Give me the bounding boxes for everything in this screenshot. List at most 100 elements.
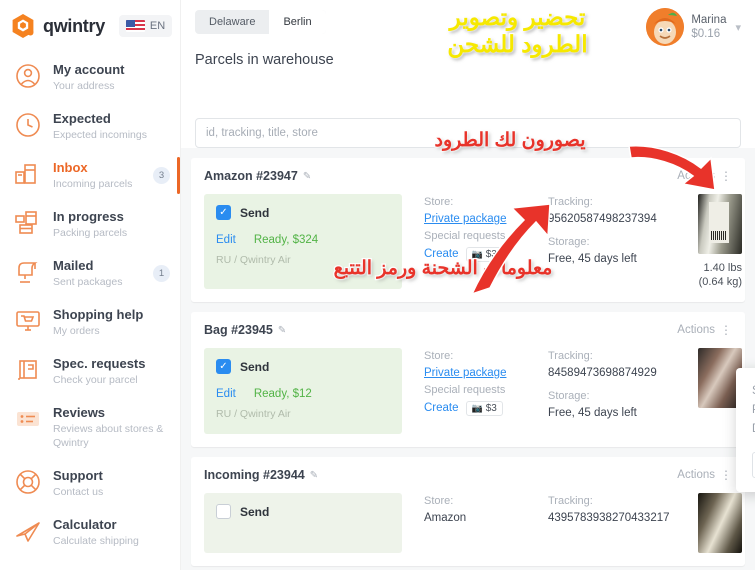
parcel-card: Amazon #23947 ✎ Actions ⋮ Send Edit Ready, $32… xyxy=(191,158,745,302)
package-photo-thumbnail[interactable] xyxy=(698,493,742,553)
lifebuoy-icon xyxy=(14,468,42,496)
sidebar-item-reviews[interactable]: Reviews Reviews about stores & Qwintry xyxy=(0,396,180,459)
ready-status: Ready, $324 xyxy=(253,234,319,246)
monitor-cart-icon xyxy=(14,307,42,335)
language-selector[interactable]: EN xyxy=(118,15,173,37)
packing-icon xyxy=(14,209,42,237)
send-row: Send xyxy=(216,504,390,519)
active-indicator xyxy=(177,157,180,194)
app-root: qwintry EN My account Your address Expecte… xyxy=(0,0,755,570)
sidebar-item-label: Support xyxy=(53,468,103,483)
us-flag-icon xyxy=(125,20,145,32)
send-box: Send Edit Ready, $324 RU / Qwintry Air xyxy=(204,194,402,289)
pencil-icon[interactable]: ✎ xyxy=(303,171,311,182)
sidebar-item-texts: Reviews Reviews about stores & Qwintry xyxy=(53,405,170,450)
sidebar-item-spec-requests[interactable]: Spec. requests Check your parcel xyxy=(0,347,180,396)
card-body: Send Store: Amazon Tracking: 439578393827043… xyxy=(204,493,742,553)
thumbnail-column xyxy=(686,348,742,434)
sidebar-item-label: Shopping help xyxy=(53,307,144,322)
sidebar-item-my-account[interactable]: My account Your address xyxy=(0,53,180,102)
page-title: Parcels in warehouse xyxy=(195,52,334,68)
topbar: Delaware Berlin Parcels in warehouse Mar… xyxy=(181,0,755,118)
edit-link[interactable]: Edit xyxy=(216,388,236,400)
send-box-links: Edit Ready, $324 xyxy=(216,234,390,246)
actions-menu[interactable]: Actions ⋮ xyxy=(677,324,732,336)
sidebar-item-label: My account xyxy=(53,62,125,77)
package-photo-thumbnail[interactable] xyxy=(698,194,742,254)
shipping-route: RU / Qwintry Air xyxy=(216,408,291,420)
send-box-links: Edit Ready, $12 xyxy=(216,388,390,400)
open-box-icon xyxy=(14,356,42,384)
user-menu[interactable]: Marina $0.16 ▾ xyxy=(646,8,741,46)
thumbnail-column xyxy=(686,493,742,553)
edit-link[interactable]: Edit xyxy=(216,234,236,246)
photo-service-chip[interactable]: 📷 $3 xyxy=(465,247,503,262)
sidebar-item-sublabel: Expected incomings xyxy=(53,129,147,141)
pencil-icon[interactable]: ✎ xyxy=(310,470,318,481)
storage-value: Free, 45 days left xyxy=(548,407,637,419)
sidebar-item-label: Calculator xyxy=(53,517,117,532)
camera-icon: 📷 xyxy=(471,403,483,413)
send-checkbox[interactable] xyxy=(216,359,231,374)
send-box: Send Edit Ready, $12 RU / Qwintry Air xyxy=(204,348,402,434)
create-request-link[interactable]: Create xyxy=(424,400,459,417)
store-link[interactable]: Private package xyxy=(424,365,526,382)
sidebar-item-shopping-help[interactable]: Shopping help My orders xyxy=(0,298,180,347)
user-balance: $0.16 xyxy=(691,28,721,40)
sidebar-item-sublabel: Incoming parcels xyxy=(53,178,133,190)
send-row: Send xyxy=(216,205,390,220)
store-column: Store: Amazon xyxy=(402,493,526,553)
parcel-title: Amazon #23947 xyxy=(204,169,298,183)
pencil-icon[interactable]: ✎ xyxy=(278,325,286,336)
sidebar-item-texts: Calculator Calculate shipping xyxy=(53,517,170,548)
warehouse-tabs[interactable]: Delaware Berlin xyxy=(195,10,326,34)
sidebar: qwintry EN My account Your address Expecte… xyxy=(0,0,181,570)
list-icon xyxy=(14,405,42,433)
sidebar-item-sublabel: Your address xyxy=(53,80,115,92)
sidebar-item-sublabel: Reviews about stores & Qwintry xyxy=(53,423,164,449)
photo-price: $3 xyxy=(485,403,497,414)
sidebar-item-sublabel: Contact us xyxy=(53,486,104,498)
sidebar-item-texts: In progress Packing parcels xyxy=(53,209,170,240)
chevron-down-icon[interactable]: ▾ xyxy=(735,21,741,34)
avatar xyxy=(646,8,685,46)
sidebar-item-texts: My account Your address xyxy=(53,62,170,93)
kebab-menu-icon[interactable]: ⋮ xyxy=(720,469,732,481)
search-input[interactable] xyxy=(195,118,741,148)
shipping-route: RU / Qwintry Air xyxy=(216,254,291,266)
sidebar-item-calculator[interactable]: Calculator Calculate shipping xyxy=(0,508,180,557)
selection-summary-popup: Selected: 2 Postal weight: 6.70 lbs (3.0… xyxy=(736,368,755,492)
parcel-title: Incoming #23944 xyxy=(204,468,305,482)
photo-service-chip[interactable]: 📷 $3 xyxy=(465,401,503,416)
sidebar-item-support[interactable]: Support Contact us xyxy=(0,459,180,508)
sidebar-item-in-progress[interactable]: In progress Packing parcels xyxy=(0,200,180,249)
tracking-number: 84589473698874929 xyxy=(548,367,657,379)
tracking-label: Tracking: xyxy=(548,495,593,507)
card-body: Send Edit Ready, $324 RU / Qwintry Air Store… xyxy=(204,194,742,289)
actions-label: Actions xyxy=(677,469,715,481)
tab-berlin[interactable]: Berlin xyxy=(269,10,326,34)
sidebar-item-mailed[interactable]: Mailed Sent packages 1 xyxy=(0,249,180,298)
sidebar-item-inbox[interactable]: Inbox Incoming parcels 3 xyxy=(0,151,180,200)
create-request-link[interactable]: Create xyxy=(424,246,459,263)
kebab-menu-icon[interactable]: ⋮ xyxy=(720,170,732,182)
send-checkbox[interactable] xyxy=(216,504,231,519)
actions-menu[interactable]: Actions ⋮ xyxy=(677,170,732,182)
store-column: Store: Private package Special requests Cre… xyxy=(402,194,526,289)
sidebar-item-label: Expected xyxy=(53,111,111,126)
tab-delaware[interactable]: Delaware xyxy=(195,10,269,34)
send-label: Send xyxy=(240,205,270,220)
send-checkbox[interactable] xyxy=(216,205,231,220)
storage-label: Storage: xyxy=(548,390,590,402)
send-label: Send xyxy=(240,359,270,374)
actions-menu[interactable]: Actions ⋮ xyxy=(677,469,732,481)
send-label: Send xyxy=(240,504,270,519)
actions-label: Actions xyxy=(677,170,715,182)
tracking-number: 4395783938270433217 xyxy=(548,512,670,524)
sidebar-item-texts: Inbox Incoming parcels xyxy=(53,160,142,191)
sidebar-item-expected[interactable]: Expected Expected incomings xyxy=(0,102,180,151)
kebab-menu-icon[interactable]: ⋮ xyxy=(720,324,732,336)
send-row: Send xyxy=(216,359,390,374)
card-header: Amazon #23947 ✎ Actions ⋮ xyxy=(204,169,732,183)
store-link[interactable]: Private package xyxy=(424,211,526,228)
